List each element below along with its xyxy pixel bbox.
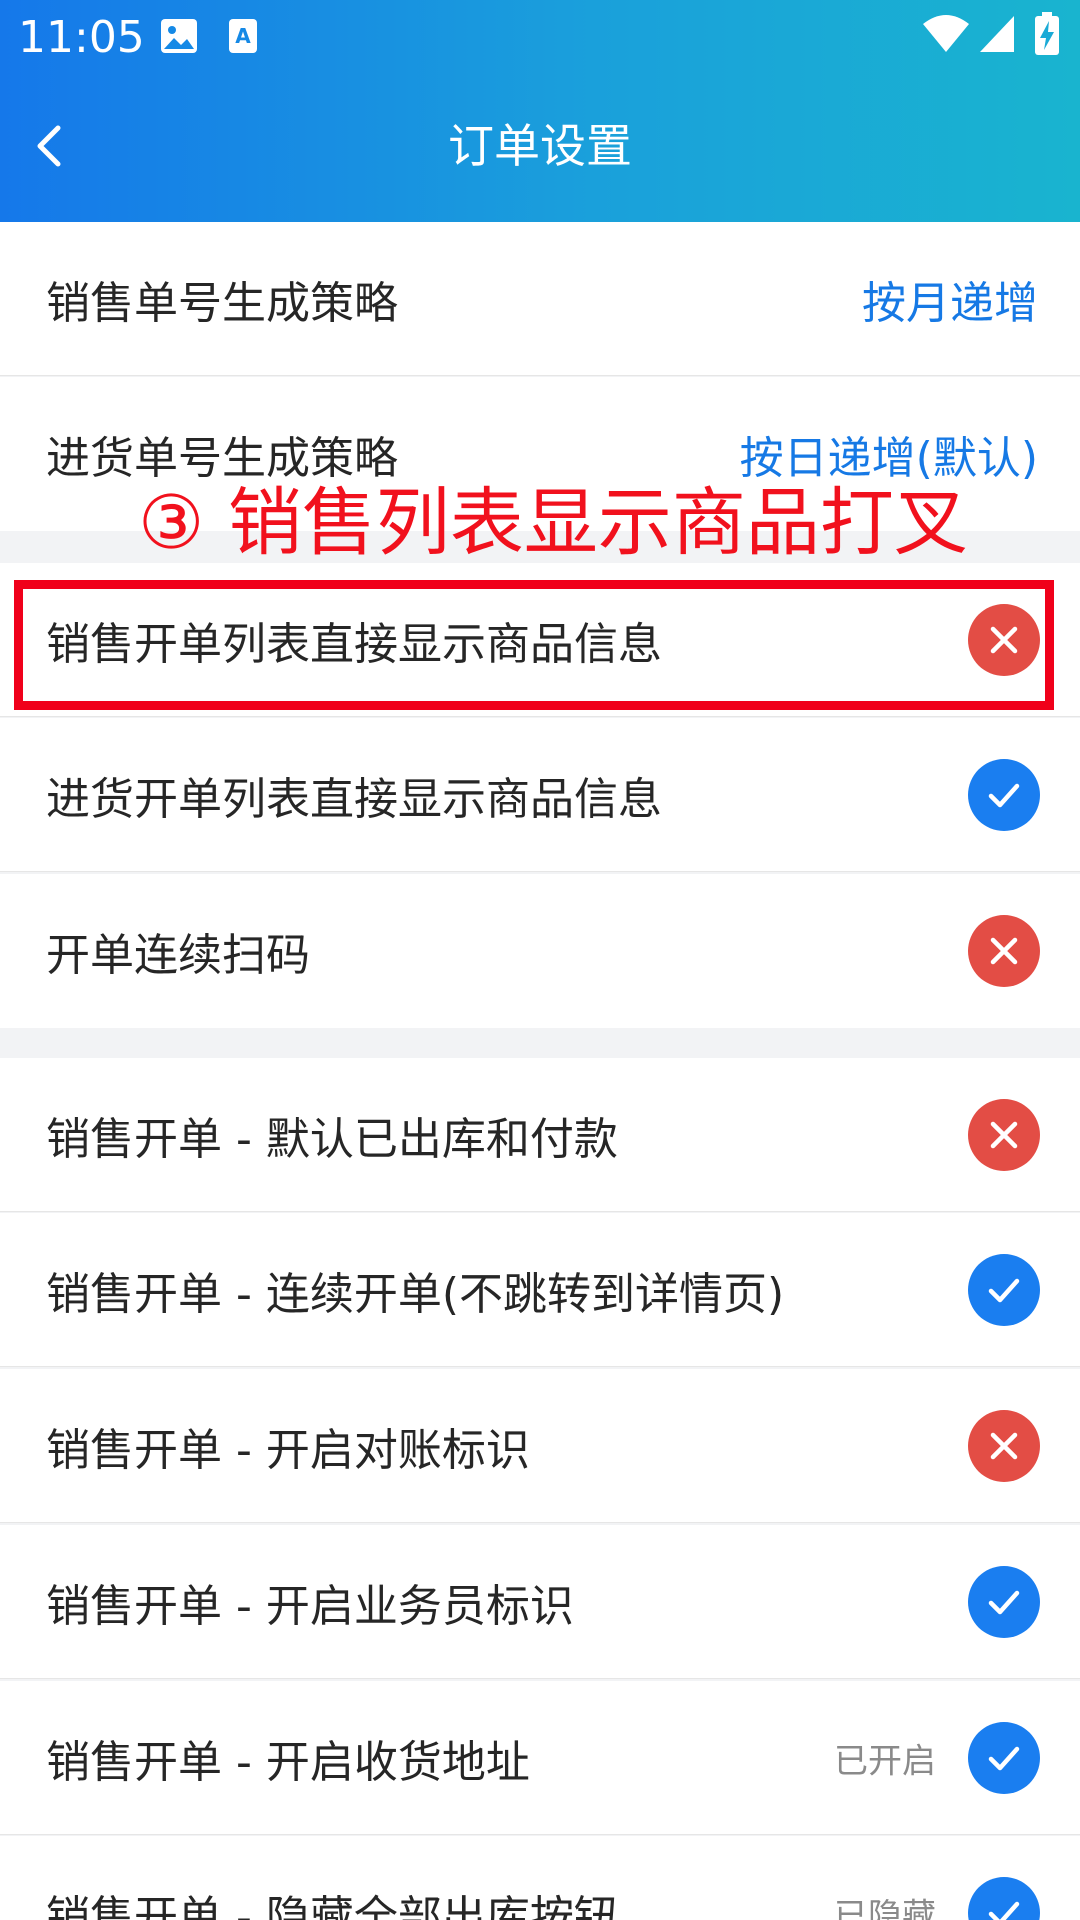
signal-icon: [978, 14, 1016, 58]
toggle-off-button[interactable]: [968, 915, 1040, 987]
status-note: 已开启: [834, 1741, 936, 1781]
toggle-on-button[interactable]: [968, 1877, 1040, 1920]
close-icon: [990, 1432, 1018, 1459]
row-label: 销售开单 - 连续开单(不跳转到详情页): [46, 1268, 785, 1320]
row-label: 销售开单 - 开启对账标识: [46, 1424, 530, 1476]
annotation-label: ③ 销售列表显示商品打叉: [138, 480, 968, 566]
toggle-on-button[interactable]: [968, 758, 1040, 831]
row-label: 销售开单 - 开启收货地址: [46, 1736, 530, 1788]
annotation-highlight-box: [14, 580, 1054, 710]
battery-charging-icon: [1034, 12, 1060, 60]
toggle-on-button[interactable]: [968, 1721, 1040, 1794]
toggle-off-button[interactable]: [968, 1409, 1040, 1482]
close-icon: [990, 937, 1018, 965]
row-label: 销售开单 - 默认已出库和付款: [46, 1113, 618, 1165]
row-label: 开单连续扫码: [46, 930, 310, 981]
sales-number-strategy-value[interactable]: 按月递增: [862, 267, 1038, 331]
image-icon: [160, 18, 198, 58]
check-icon: [988, 1901, 1020, 1920]
close-icon: [990, 1121, 1018, 1148]
toggle-row-continuous-scan[interactable]: 开单连续扫码: [0, 874, 1080, 1028]
toggle-row-salesperson-mark[interactable]: 销售开单 - 开启业务员标识: [0, 1525, 1080, 1679]
status-note: 已隐藏: [834, 1896, 936, 1920]
toggle-row-shipping-address[interactable]: 销售开单 - 开启收货地址 已开启: [0, 1681, 1080, 1835]
sales-number-strategy-row[interactable]: 销售单号生成策略 按月递增: [0, 222, 1080, 376]
check-icon: [988, 1590, 1020, 1614]
purchase-number-strategy-value[interactable]: 按日递增(默认): [740, 422, 1038, 486]
check-icon: [988, 1278, 1020, 1302]
row-label: 销售开单 - 隐藏全部出库按钮: [46, 1892, 618, 1920]
toggle-row-continuous-order[interactable]: 销售开单 - 连续开单(不跳转到详情页): [0, 1213, 1080, 1367]
row-label: 进货开单列表直接显示商品信息: [46, 773, 662, 825]
svg-text:A: A: [235, 24, 251, 48]
check-icon: [988, 783, 1020, 807]
wifi-icon: [922, 14, 970, 58]
toggle-row-hide-outbound-button[interactable]: 销售开单 - 隐藏全部出库按钮 已隐藏: [0, 1836, 1080, 1920]
app-header: 11:05 A 订单设置: [0, 0, 1080, 222]
a-notification-icon: A: [228, 18, 258, 58]
toggle-row-reconciliation-mark[interactable]: 销售开单 - 开启对账标识: [0, 1369, 1080, 1523]
toggle-on-button[interactable]: [968, 1253, 1040, 1326]
toggle-off-button[interactable]: [968, 1098, 1040, 1171]
row-label: 销售开单 - 开启业务员标识: [46, 1580, 574, 1632]
check-icon: [988, 1746, 1020, 1770]
page-title: 订单设置: [448, 119, 632, 173]
status-time: 11:05: [18, 12, 145, 63]
toggle-on-button[interactable]: [968, 1565, 1040, 1638]
row-label: 销售单号生成策略: [46, 277, 398, 329]
toggle-row-purchase-list-show-product[interactable]: 进货开单列表直接显示商品信息: [0, 718, 1080, 872]
row-label: 进货单号生成策略: [46, 433, 398, 484]
toggle-row-default-outbound-paid[interactable]: 销售开单 - 默认已出库和付款: [0, 1058, 1080, 1212]
